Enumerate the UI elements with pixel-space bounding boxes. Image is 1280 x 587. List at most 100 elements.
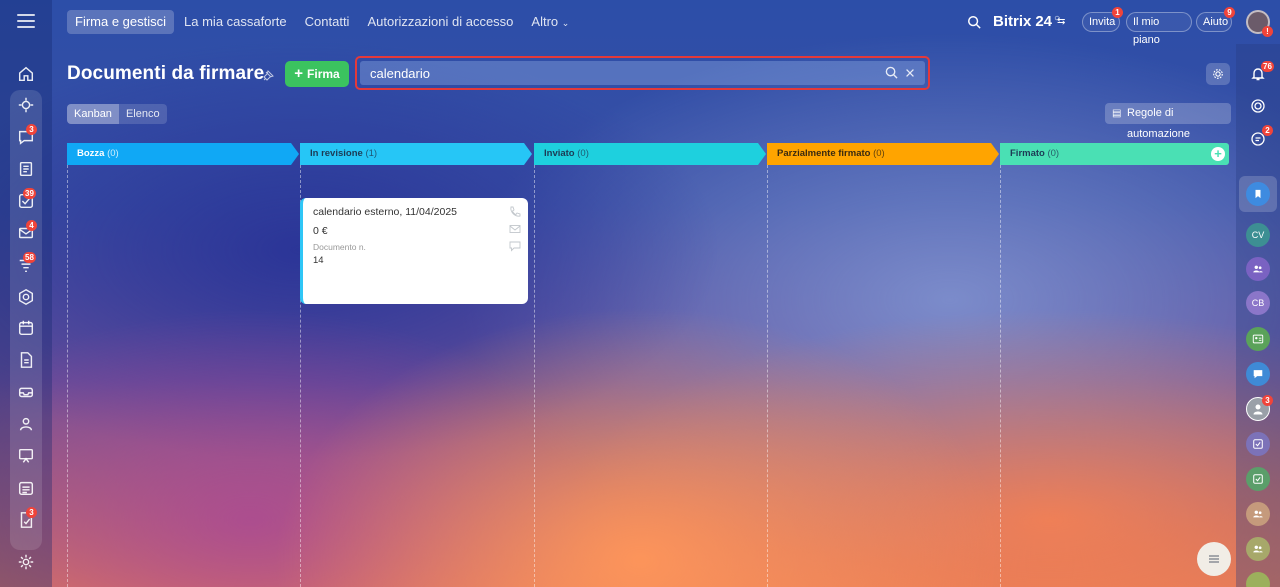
group-avatar[interactable] [1246, 257, 1270, 281]
search-icon[interactable] [967, 15, 981, 29]
tab-contatti[interactable]: Contatti [297, 10, 358, 34]
bookmark-icon[interactable] [1246, 182, 1270, 206]
notifications-badge: 76 [1261, 61, 1274, 72]
brand-number: 24 [1035, 13, 1053, 30]
kanban-settings-button[interactable] [1206, 63, 1230, 85]
quick-menu-button[interactable] [1197, 542, 1231, 576]
pin-icon[interactable] [262, 69, 274, 81]
hexagon-icon[interactable] [16, 287, 36, 307]
contact-card-avatar[interactable] [1246, 327, 1270, 351]
card-doc-number: 14 [313, 255, 324, 266]
inbox-icon[interactable] [16, 382, 36, 402]
chat-badge: 3 [26, 124, 37, 135]
settings-gear-icon[interactable] [16, 552, 36, 572]
comment-icon[interactable] [509, 239, 521, 252]
firma-button[interactable]: + Firma [285, 61, 349, 87]
tab-altro[interactable]: Altro ⌄ [523, 10, 577, 34]
home-icon[interactable] [16, 64, 36, 84]
search-icon[interactable] [885, 66, 898, 84]
search-input[interactable] [370, 65, 870, 81]
chat-bubble-avatar[interactable] [1246, 362, 1270, 386]
avatar-cv[interactable]: CV [1246, 223, 1270, 247]
invite-label: Invita [1089, 16, 1116, 28]
group-avatar-2[interactable] [1246, 502, 1270, 526]
mail-icon[interactable] [509, 222, 521, 234]
column-count: (0) [1047, 148, 1060, 159]
column-count: (0) [873, 148, 885, 159]
column-parzialmente-firmato[interactable]: Parzialmente firmato (0) [767, 143, 999, 165]
group-avatar-3[interactable] [1246, 537, 1270, 561]
mail-badge: 4 [26, 220, 37, 231]
avatar-badge: 3 [1262, 395, 1273, 406]
add-column-icon[interactable]: + [1211, 147, 1225, 161]
tasks-badge: 39 [23, 188, 36, 199]
column-inviato[interactable]: Inviato (0) [534, 143, 766, 165]
tab-firma-e-gestisci[interactable]: Firma e gestisci [67, 10, 175, 34]
document-icon[interactable] [16, 350, 36, 370]
column-divider [767, 165, 768, 587]
card-amount: 0 € [313, 225, 328, 237]
plus-icon: + [294, 65, 304, 82]
avatar-cb[interactable]: CB [1246, 291, 1270, 315]
menu-icon[interactable] [17, 14, 35, 28]
filter-icon[interactable]: 58 [16, 252, 36, 275]
feed-icon[interactable] [16, 159, 36, 179]
calendar-icon[interactable] [16, 318, 36, 338]
avatar-alert-badge: ! [1262, 26, 1273, 37]
invite-badge: 1 [1112, 7, 1123, 18]
brand-logo: Bitrix 24 ○ [993, 13, 1060, 30]
phone-icon[interactable] [509, 205, 521, 217]
column-name: In revisione [310, 148, 363, 159]
approval-icon[interactable]: 3 [16, 507, 37, 530]
card-doc-label: Documento n. [313, 242, 366, 252]
filter-badge: 58 [23, 252, 36, 263]
tasks-icon[interactable]: 39 [16, 188, 36, 211]
chat-icon[interactable]: 3 [16, 124, 37, 147]
avatar-initials: CB [1251, 298, 1265, 308]
gear-network-icon[interactable] [16, 95, 36, 115]
contacts-icon[interactable] [16, 414, 36, 434]
view-list[interactable]: Elenco [119, 104, 167, 124]
column-divider [67, 165, 68, 587]
brand-toggle-icon[interactable]: ⇆ [1057, 16, 1065, 27]
chevron-down-icon: ⌄ [561, 18, 570, 28]
column-count: (0) [107, 148, 119, 159]
task-green-avatar[interactable] [1246, 467, 1270, 491]
search-field [360, 61, 925, 85]
view-kanban[interactable]: Kanban [67, 104, 119, 124]
column-firmato[interactable]: Firmato (0) [1000, 143, 1229, 165]
spiral-icon[interactable] [1246, 94, 1270, 118]
presentation-icon[interactable] [16, 446, 36, 466]
plan-label: Il mio piano [1133, 16, 1160, 46]
clear-icon[interactable] [904, 66, 916, 84]
card-title[interactable]: calendario esterno, 11/04/2025 [313, 206, 457, 218]
tab-autorizzazioni[interactable]: Autorizzazioni di accesso [359, 10, 521, 34]
tab-altro-label: Altro [531, 14, 559, 29]
column-in-revisione[interactable]: In revisione (1) [300, 143, 532, 165]
list-icon [1209, 555, 1219, 563]
tab-cassaforte[interactable]: La mia cassaforte [176, 10, 295, 34]
column-bozza[interactable]: Bozza (0) [67, 143, 299, 165]
plan-button[interactable]: Il mio piano [1126, 12, 1192, 46]
firma-label: Firma [307, 67, 340, 81]
column-divider [534, 165, 535, 587]
task-avatar[interactable] [1246, 432, 1270, 456]
approval-badge: 3 [26, 507, 37, 518]
column-count: (1) [365, 148, 378, 159]
column-name: Parzialmente firmato [777, 148, 871, 159]
messages-badge: 2 [1262, 125, 1273, 136]
avatar-initials: CV [1251, 230, 1265, 240]
schedule-icon[interactable] [16, 478, 36, 498]
column-divider [1000, 165, 1001, 587]
automation-label: Regole di automazione [1127, 107, 1190, 140]
kanban-card[interactable]: calendario esterno, 11/04/2025 0 € Docum… [300, 198, 528, 304]
mail-icon[interactable]: 4 [16, 220, 37, 243]
view-switch: Kanban Elenco [67, 104, 167, 124]
robot-icon: ▤ [1112, 108, 1122, 119]
help-label: Aiuto [1203, 16, 1229, 28]
column-name: Inviato [544, 148, 575, 159]
automation-rules-button[interactable]: ▤ Regole di automazione [1105, 103, 1231, 140]
search-highlight [355, 56, 930, 90]
page-title: Documenti da firmare [67, 63, 265, 84]
top-navigation: Firma e gestisci La mia cassaforte Conta… [67, 10, 579, 34]
